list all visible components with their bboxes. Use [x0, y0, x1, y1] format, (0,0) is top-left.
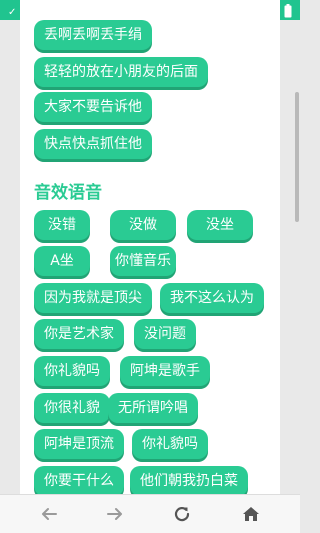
refresh-icon[interactable]	[171, 503, 193, 525]
sound-button[interactable]: 阿坤是顶流	[34, 429, 124, 459]
sound-button[interactable]: 阿坤是歌手	[120, 356, 210, 386]
sound-button[interactable]: 因为我就是顶尖	[34, 283, 152, 313]
sound-button[interactable]: 没问题	[134, 319, 196, 349]
bottom-nav	[0, 494, 300, 533]
sound-button[interactable]: 你礼貌吗	[132, 429, 208, 459]
sound-button[interactable]: 没做	[110, 210, 176, 240]
sound-button[interactable]: 无所谓吟唱	[108, 393, 198, 423]
phrase-button[interactable]: 大家不要告诉他	[34, 92, 152, 122]
sound-button[interactable]: 没错	[34, 210, 90, 240]
sound-button[interactable]: 你是艺术家	[34, 319, 124, 349]
sound-button[interactable]: 没坐	[187, 210, 253, 240]
battery-icon	[284, 3, 292, 22]
phrase-button[interactable]: 轻轻的放在小朋友的后面	[34, 57, 208, 87]
home-icon[interactable]	[240, 503, 262, 525]
sound-button[interactable]: 你礼貌吗	[34, 356, 110, 386]
sound-button[interactable]: A坐	[34, 246, 90, 276]
back-arrow-icon[interactable]	[38, 503, 60, 525]
sound-button[interactable]: 我不这么认为	[160, 283, 264, 313]
forward-arrow-icon[interactable]	[104, 503, 126, 525]
check-icon: ✓	[8, 7, 17, 18]
sound-button[interactable]: 他们朝我扔白菜	[130, 466, 248, 495]
sound-button[interactable]: 你懂音乐	[110, 246, 176, 276]
sound-button[interactable]: 你很礼貌	[34, 393, 110, 423]
phrase-button[interactable]: 快点快点抓住他	[34, 129, 152, 159]
phrase-button[interactable]: 丢啊丢啊丢手绢	[34, 20, 152, 50]
section-title: 音效语音	[34, 183, 102, 203]
sound-list: 丢啊丢啊丢手绢 轻轻的放在小朋友的后面 大家不要告诉他 快点快点抓住他 音效语音…	[20, 0, 280, 495]
scrollbar-thumb[interactable]	[295, 92, 299, 222]
sound-button[interactable]: 你要干什么	[34, 466, 124, 495]
